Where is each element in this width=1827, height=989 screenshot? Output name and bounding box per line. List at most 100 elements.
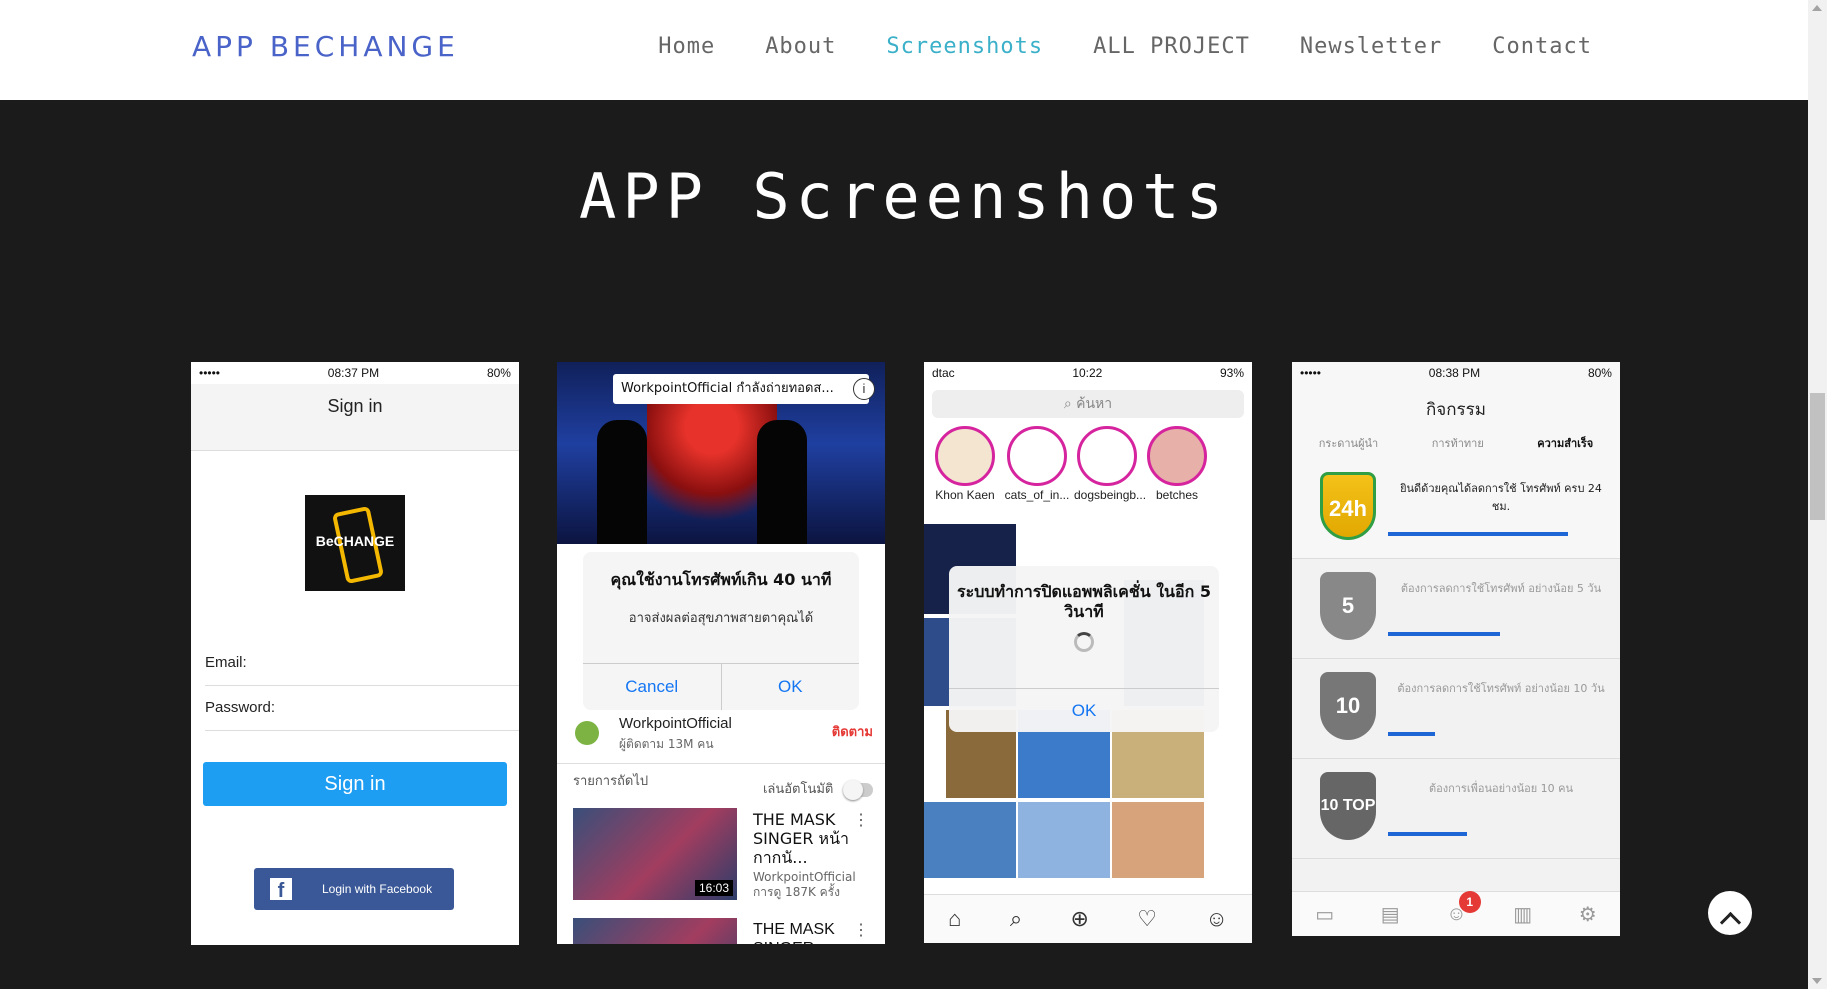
achievement-item[interactable]: 10 ต้องการลดการใช้โทรศัพท์ อย่างน้อย 10 … (1292, 658, 1620, 759)
achievement-progress (1388, 532, 1568, 536)
story-avatar (935, 426, 995, 486)
tab-achievements[interactable]: ความสำเร็จ (1537, 434, 1593, 458)
story-label: dogsbeingb... (1074, 488, 1147, 502)
story-item[interactable]: cats_of_in... (1004, 426, 1070, 502)
logo-text: BeCHANGE (315, 533, 395, 549)
nav-home[interactable]: Home (658, 34, 715, 59)
signin-navbar: Sign in (191, 384, 519, 451)
heart-icon[interactable]: ♡ (1137, 906, 1157, 932)
status-time: 08:37 PM (327, 366, 380, 380)
nav-screenshots[interactable]: Screenshots (886, 34, 1043, 59)
screenshot-signin: ••••• 08:37 PM 80% Sign in BeCHANGE Emai… (191, 362, 519, 945)
video-player[interactable]: WorkpointOfficial กำลังถ่ายทอดส... i (557, 362, 885, 544)
subscribe-button[interactable]: ติดตาม (832, 721, 873, 742)
achievement-progress (1388, 632, 1500, 636)
autoplay-toggle[interactable] (843, 779, 873, 800)
alert-message: อาจส่งผลต่อสุขภาพสายตาคุณได้ (628, 611, 814, 626)
activity-tabs: กระดานผู้นำ การท้าทาย ความสำเร็จ (1292, 434, 1620, 459)
info-icon[interactable]: i (853, 378, 875, 400)
alert-title: คุณใช้งานโทรศัพท์เกิน 40 นาที (610, 570, 832, 589)
grid-tile[interactable] (1018, 802, 1110, 878)
stories-row: Khon Kaen cats_of_in... dogsbeingb... be… (924, 426, 1252, 512)
story-item[interactable]: dogsbeingb... (1074, 426, 1147, 502)
video-thumbnail[interactable] (573, 918, 737, 944)
ok-button[interactable]: OK (720, 664, 860, 710)
nav-all-project[interactable]: ALL PROJECT (1093, 34, 1250, 59)
story-avatar (1077, 426, 1137, 486)
tab-challenges[interactable]: การท้าทาย (1432, 434, 1484, 458)
autoplay-control[interactable]: เล่นอัตโนมัติ (762, 778, 873, 800)
status-bar: ••••• 08:38 PM 80% (1292, 362, 1620, 384)
cancel-button[interactable]: Cancel (583, 664, 721, 710)
settings-icon[interactable]: ⚙ (1579, 902, 1597, 927)
badge-24h-icon: 24h (1320, 472, 1376, 540)
back-to-top-button[interactable] (1708, 891, 1752, 935)
battery-indicator: 80% (486, 366, 511, 380)
video-thumbnail[interactable]: 16:03 (573, 808, 737, 900)
top-navbar: APP BECHANGE Home About Screenshots ALL … (0, 0, 1808, 100)
scroll-down-icon[interactable] (1812, 978, 1822, 984)
up-next-row: รายการถัดไป เล่นอัตโนมัติ (573, 770, 873, 806)
achievement-item[interactable]: 5 ต้องการลดการใช้โทรศัพท์ อย่างน้อย 5 วั… (1292, 558, 1620, 659)
page-scrollbar[interactable] (1808, 0, 1827, 989)
video-list-item[interactable]: THE MASK SINGER ⋮ (573, 918, 875, 944)
story-avatar (1007, 426, 1067, 486)
ok-button[interactable]: OK (949, 688, 1219, 732)
usage-alert-dialog: คุณใช้งานโทรศัพท์เกิน 40 นาที อาจส่งผลต่… (583, 552, 859, 710)
bottom-tab-bar: ▭ ▤ ☺ 1 ▥ ⚙ (1292, 890, 1620, 936)
achievement-item[interactable]: 10 TOP ต้องการเพื่อนอย่างน้อย 10 คน (1292, 758, 1620, 859)
status-bar: ••••• 08:37 PM 80% (191, 362, 519, 384)
autoplay-label: เล่นอัตโนมัติ (762, 782, 834, 797)
nav-newsletter[interactable]: Newsletter (1300, 34, 1442, 59)
achievement-progress (1388, 832, 1467, 836)
story-item[interactable]: Khon Kaen (932, 426, 998, 502)
channel-avatar[interactable] (575, 721, 599, 745)
facebook-login-button[interactable]: f Login with Facebook (254, 868, 454, 910)
news-icon[interactable]: ▤ (1381, 902, 1400, 927)
grid-tile[interactable] (924, 802, 1016, 878)
more-options-icon[interactable]: ⋮ (853, 810, 869, 830)
home-icon[interactable]: ⌂ (948, 906, 961, 932)
search-icon[interactable]: ⌕ (1010, 906, 1022, 932)
story-label: Khon Kaen (935, 488, 995, 502)
achievement-text: ต้องการลดการใช้โทรศัพท์ อย่างน้อย 10 วัน (1397, 682, 1605, 695)
section-title: APP Screenshots (579, 160, 1229, 233)
search-input[interactable]: ⌕ ค้นหา (932, 390, 1244, 418)
email-field[interactable]: Email: (205, 641, 519, 686)
story-item[interactable]: betches (1144, 426, 1210, 502)
signin-button[interactable]: Sign in (203, 762, 507, 806)
facebook-icon: f (270, 878, 292, 902)
map-icon[interactable]: ▥ (1513, 902, 1532, 927)
tab-leaderboard[interactable]: กระดานผู้นำ (1319, 434, 1378, 458)
bottom-tab-bar: ⌂ ⌕ ⊕ ♡ ☺ (924, 894, 1252, 943)
badge-5-icon: 5 (1320, 572, 1376, 640)
achievement-text: ต้องการลดการใช้โทรศัพท์ อย่างน้อย 5 วัน (1400, 582, 1602, 595)
video-list-item[interactable]: 16:03 THE MASK SINGER หน้ากากนั... Workp… (573, 808, 875, 904)
calendar-icon[interactable]: ▭ (1315, 902, 1334, 927)
profile-icon[interactable]: ☺ (1205, 906, 1227, 932)
scrollbar-thumb[interactable] (1810, 393, 1825, 520)
more-options-icon[interactable]: ⋮ (853, 920, 869, 940)
brand-logo[interactable]: APP BECHANGE (192, 30, 459, 63)
scroll-up-icon[interactable] (1812, 5, 1822, 11)
password-field[interactable]: Password: (205, 686, 519, 731)
search-icon: ⌕ (1063, 396, 1077, 412)
add-icon[interactable]: ⊕ (1070, 906, 1088, 932)
channel-subscribers: ผู้ติดตาม 13M คน (619, 737, 714, 751)
achievement-item[interactable]: 24h ยินดีด้วยคุณได้ลดการใช้ โทรศัพท์ ครบ… (1292, 458, 1620, 559)
signin-nav-title: Sign in (327, 396, 383, 416)
nav-about[interactable]: About (765, 34, 836, 59)
nav-contact[interactable]: Contact (1492, 34, 1592, 59)
bechange-logo: BeCHANGE (305, 495, 405, 591)
battery-indicator: 93% (1219, 366, 1244, 380)
loading-spinner-icon (1074, 632, 1094, 652)
battery-indicator: 80% (1587, 366, 1612, 380)
status-bar: dtac 10:22 93% (924, 362, 1252, 384)
alert-buttons: Cancel OK (583, 663, 859, 710)
story-label: cats_of_in... (1004, 488, 1070, 502)
status-time: 10:22 (1072, 366, 1103, 380)
achievement-text: ยินดีด้วยคุณได้ลดการใช้ โทรศัพท์ ครบ 24 … (1400, 482, 1602, 513)
friends-icon[interactable]: ☺ 1 (1446, 890, 1481, 926)
signal-indicator: ••••• (1300, 366, 1322, 380)
grid-tile[interactable] (1112, 802, 1204, 878)
